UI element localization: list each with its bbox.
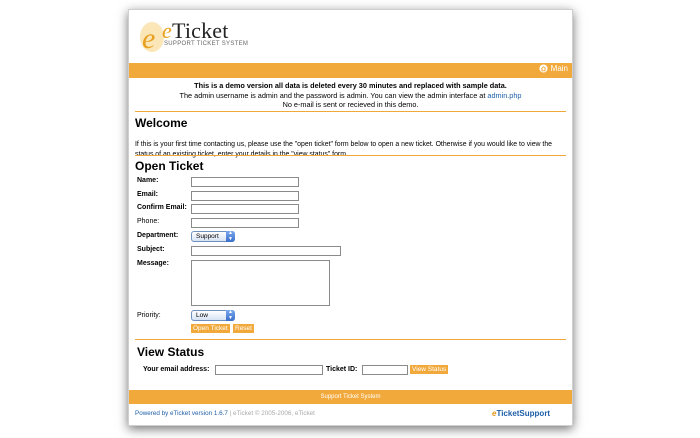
- welcome-text: If this is your first time contacting us…: [135, 141, 552, 158]
- view-status-heading: View Status: [137, 345, 205, 359]
- powered-by: Powered by eTicket version 1.6.7 | eTick…: [135, 410, 315, 417]
- subject-label: Subject:: [137, 246, 165, 253]
- home-icon: [539, 64, 548, 73]
- department-value: Support: [196, 233, 219, 240]
- notice-line-3: No e-mail is sent or recieved in this de…: [282, 100, 419, 109]
- app-title-prefix: e: [162, 18, 172, 43]
- open-ticket-button[interactable]: Open Ticket: [191, 324, 230, 333]
- app-window: e eTicket SUPPORT TICKET SYSTEM Main Thi…: [128, 9, 573, 426]
- divider: [135, 339, 566, 340]
- name-input[interactable]: [191, 177, 299, 187]
- logo-letter: e: [142, 22, 155, 54]
- app-subtitle: SUPPORT TICKET SYSTEM: [164, 41, 249, 47]
- subject-input[interactable]: [191, 246, 341, 256]
- footer-bar: Support Ticket System: [129, 390, 572, 404]
- divider: [135, 155, 566, 156]
- notice-line-2-text: The admin username is admin and the pass…: [179, 90, 488, 100]
- confirm-email-input[interactable]: [191, 204, 299, 214]
- status-email-label: Your email address:: [143, 366, 210, 373]
- select-arrows-icon: ▲ ▼: [226, 309, 235, 321]
- open-ticket-heading: Open Ticket: [135, 159, 204, 173]
- demo-notice: This is a demo version all data is delet…: [129, 81, 572, 110]
- admin-link[interactable]: admin.php: [487, 91, 521, 100]
- department-label: Department:: [137, 232, 179, 239]
- select-arrows-icon: ▲ ▼: [226, 230, 235, 242]
- notice-line-2: The admin username is admin and the pass…: [129, 91, 572, 101]
- confirm-email-label: Confirm Email:: [137, 204, 187, 211]
- priority-value: Low: [196, 312, 208, 319]
- ticket-id-label: Ticket ID:: [326, 366, 358, 373]
- message-label: Message:: [137, 260, 169, 267]
- phone-input[interactable]: [191, 218, 299, 228]
- department-select[interactable]: Support ▲ ▼: [191, 230, 235, 242]
- status-email-input[interactable]: [215, 365, 323, 375]
- notice-line-1: This is a demo version all data is delet…: [194, 81, 507, 90]
- name-label: Name:: [137, 177, 159, 184]
- main-link-label: Main: [550, 64, 568, 73]
- top-nav-bar: Main: [129, 63, 572, 78]
- email-input[interactable]: [191, 191, 299, 201]
- welcome-heading: Welcome: [135, 116, 188, 130]
- reset-button[interactable]: Reset: [233, 324, 254, 333]
- main-link[interactable]: Main: [539, 64, 568, 73]
- powered-by-link[interactable]: Powered by eTicket version 1.6.7: [135, 410, 228, 417]
- priority-select[interactable]: Low ▲ ▼: [191, 309, 235, 321]
- etickets-logo-icon: e: [140, 22, 164, 54]
- view-status-button[interactable]: View Status: [410, 365, 449, 374]
- footer-logo: eTicketSupport: [492, 409, 550, 418]
- priority-label: Priority:: [137, 312, 161, 319]
- divider: [135, 111, 566, 112]
- app-title-rest: Ticket: [171, 18, 229, 43]
- footer-logo-rest: TicketSupport: [496, 409, 551, 418]
- email-label: Email:: [137, 191, 159, 198]
- ticket-id-input[interactable]: [362, 365, 408, 375]
- phone-label: Phone:: [137, 218, 160, 225]
- message-textarea[interactable]: [191, 260, 330, 306]
- copyright-text: | eTicket © 2005-2006, eTicket: [227, 410, 315, 417]
